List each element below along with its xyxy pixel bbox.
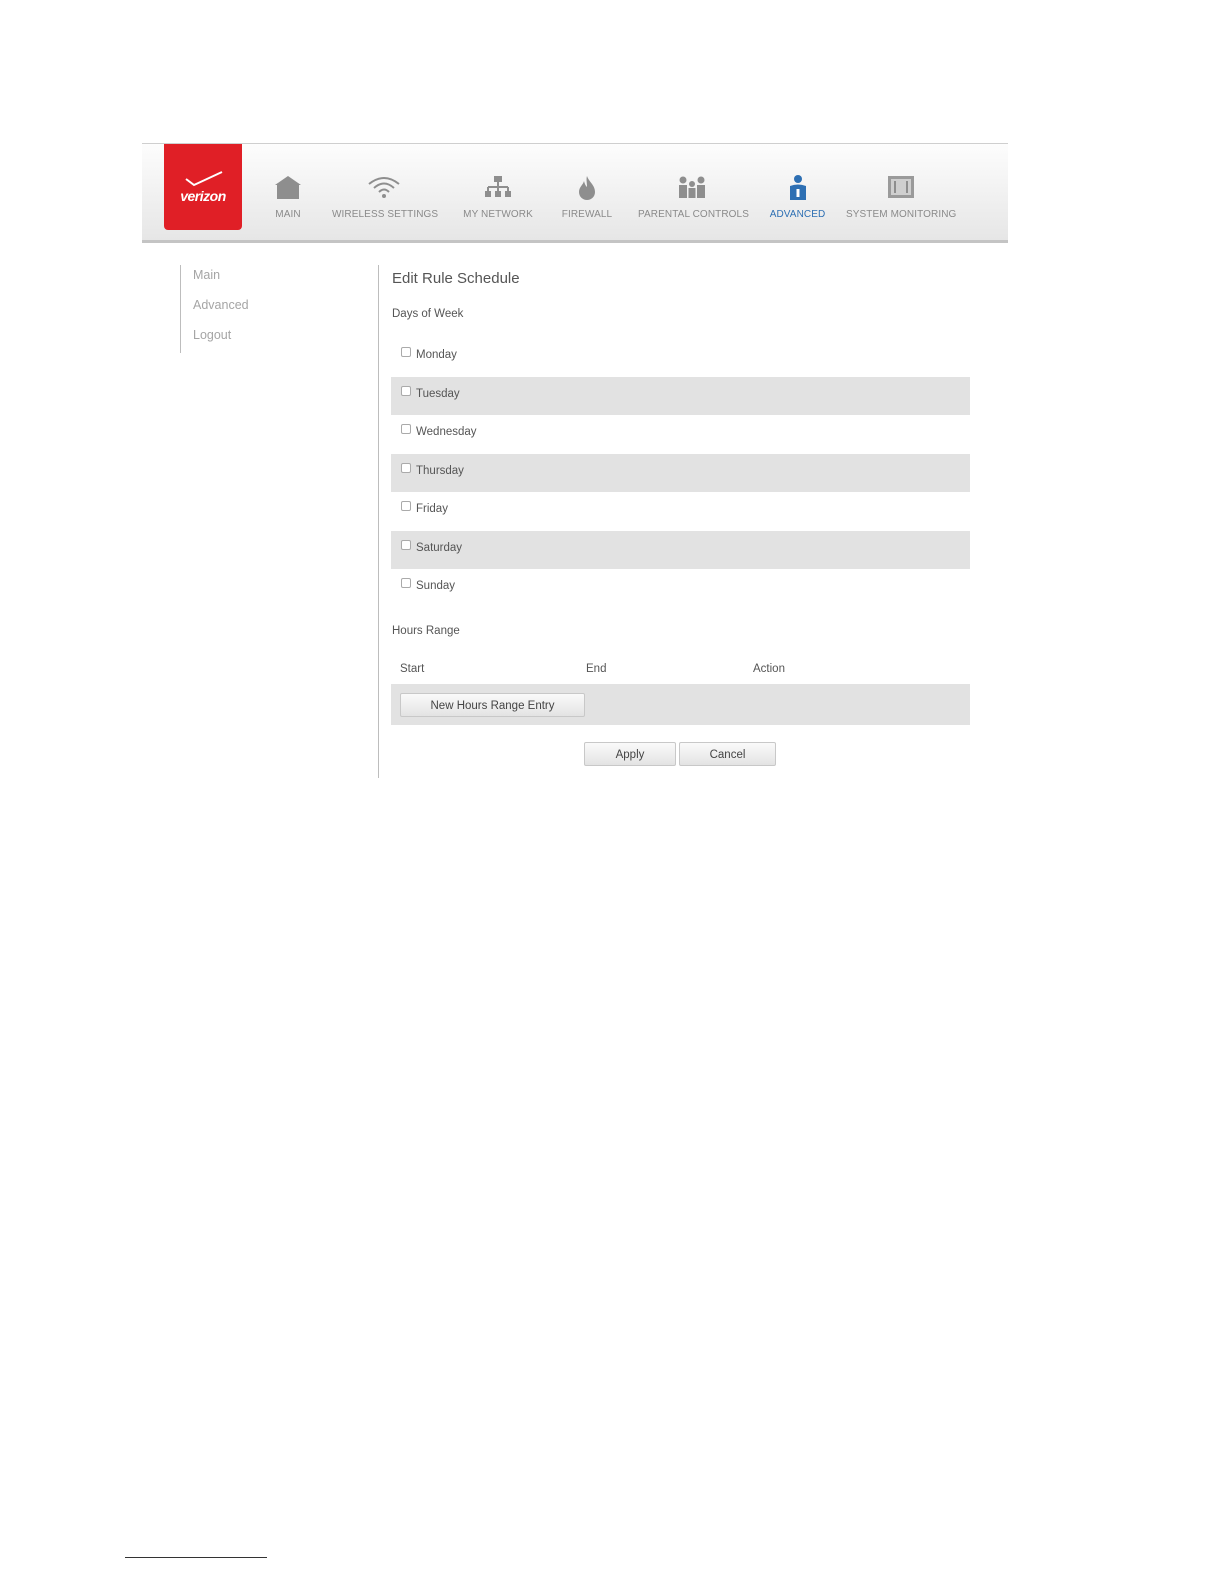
- nav-main-label: MAIN: [275, 209, 301, 220]
- left-menu-main[interactable]: Main: [193, 265, 249, 295]
- saturday-checkbox[interactable]: [401, 540, 411, 550]
- hours-range-row: New Hours Range Entry: [391, 684, 970, 725]
- nav-my-network-label: MY NETWORK: [463, 209, 533, 220]
- hours-range-heading: Hours Range: [392, 625, 460, 637]
- nav-my-network[interactable]: MY NETWORK: [462, 144, 534, 236]
- friday-checkbox[interactable]: [401, 501, 411, 511]
- day-row-monday: Monday: [391, 338, 970, 376]
- sunday-label: Sunday: [416, 580, 456, 592]
- check-mark-icon: [185, 171, 223, 187]
- family-icon: [679, 176, 705, 198]
- wifi-icon: [368, 177, 400, 198]
- thursday-checkbox[interactable]: [401, 463, 411, 473]
- page-title: Edit Rule Schedule: [392, 270, 520, 287]
- footnote-rule: [125, 1557, 267, 1558]
- day-row-saturday: Saturday: [391, 531, 970, 569]
- saturday-label: Saturday: [416, 542, 463, 554]
- column-header-end: End: [586, 663, 607, 675]
- nav-wireless-settings-label: WIRELESS SETTINGS: [332, 209, 439, 220]
- cancel-button[interactable]: Cancel: [679, 742, 776, 766]
- nav-parental-controls-label: PARENTAL CONTROLS: [638, 209, 749, 220]
- sunday-checkbox[interactable]: [401, 578, 411, 588]
- day-row-thursday: Thursday: [391, 454, 970, 492]
- content-divider: [378, 265, 379, 778]
- wednesday-label: Wednesday: [416, 426, 477, 438]
- monday-label: Monday: [416, 349, 457, 361]
- monday-checkbox[interactable]: [401, 347, 411, 357]
- nav-advanced[interactable]: ADVANCED: [769, 144, 826, 236]
- new-hours-range-entry-button[interactable]: New Hours Range Entry: [400, 693, 585, 717]
- flame-icon: [579, 176, 595, 200]
- nav-system-monitoring-label: SYSTEM MONITORING: [846, 209, 957, 220]
- top-nav-bar: verizon MAIN WIRELESS SETTINGS MY NETWOR…: [142, 143, 1008, 243]
- day-row-wednesday: Wednesday: [391, 415, 970, 453]
- monitor-icon: [888, 176, 914, 198]
- advanced-user-icon: [789, 175, 806, 200]
- column-header-start: Start: [400, 663, 425, 675]
- left-menu-logout[interactable]: Logout: [193, 325, 249, 355]
- network-icon: [485, 176, 511, 197]
- logo-text: verizon: [180, 188, 226, 204]
- verizon-logo[interactable]: verizon: [164, 144, 242, 230]
- day-row-tuesday: Tuesday: [391, 377, 970, 415]
- thursday-label: Thursday: [416, 465, 464, 477]
- tuesday-label: Tuesday: [416, 388, 460, 400]
- nav-firewall[interactable]: FIREWALL: [560, 144, 614, 236]
- nav-wireless-settings[interactable]: WIRELESS SETTINGS: [332, 144, 439, 236]
- apply-button[interactable]: Apply: [584, 742, 676, 766]
- nav-system-monitoring[interactable]: SYSTEM MONITORING: [846, 144, 956, 236]
- nav-parental-controls[interactable]: PARENTAL CONTROLS: [638, 144, 749, 236]
- day-row-sunday: Sunday: [391, 569, 970, 607]
- nav-advanced-label: ADVANCED: [769, 209, 826, 220]
- days-of-week-heading: Days of Week: [392, 308, 464, 320]
- day-row-friday: Friday: [391, 492, 970, 530]
- left-menu-advanced[interactable]: Advanced: [193, 295, 249, 325]
- wednesday-checkbox[interactable]: [401, 424, 411, 434]
- tuesday-checkbox[interactable]: [401, 386, 411, 396]
- column-header-action: Action: [753, 663, 785, 675]
- nav-main[interactable]: MAIN: [269, 144, 307, 236]
- nav-firewall-label: FIREWALL: [561, 209, 613, 220]
- left-menu: Main Advanced Logout: [180, 265, 249, 353]
- friday-label: Friday: [416, 503, 448, 515]
- home-icon: [275, 176, 301, 199]
